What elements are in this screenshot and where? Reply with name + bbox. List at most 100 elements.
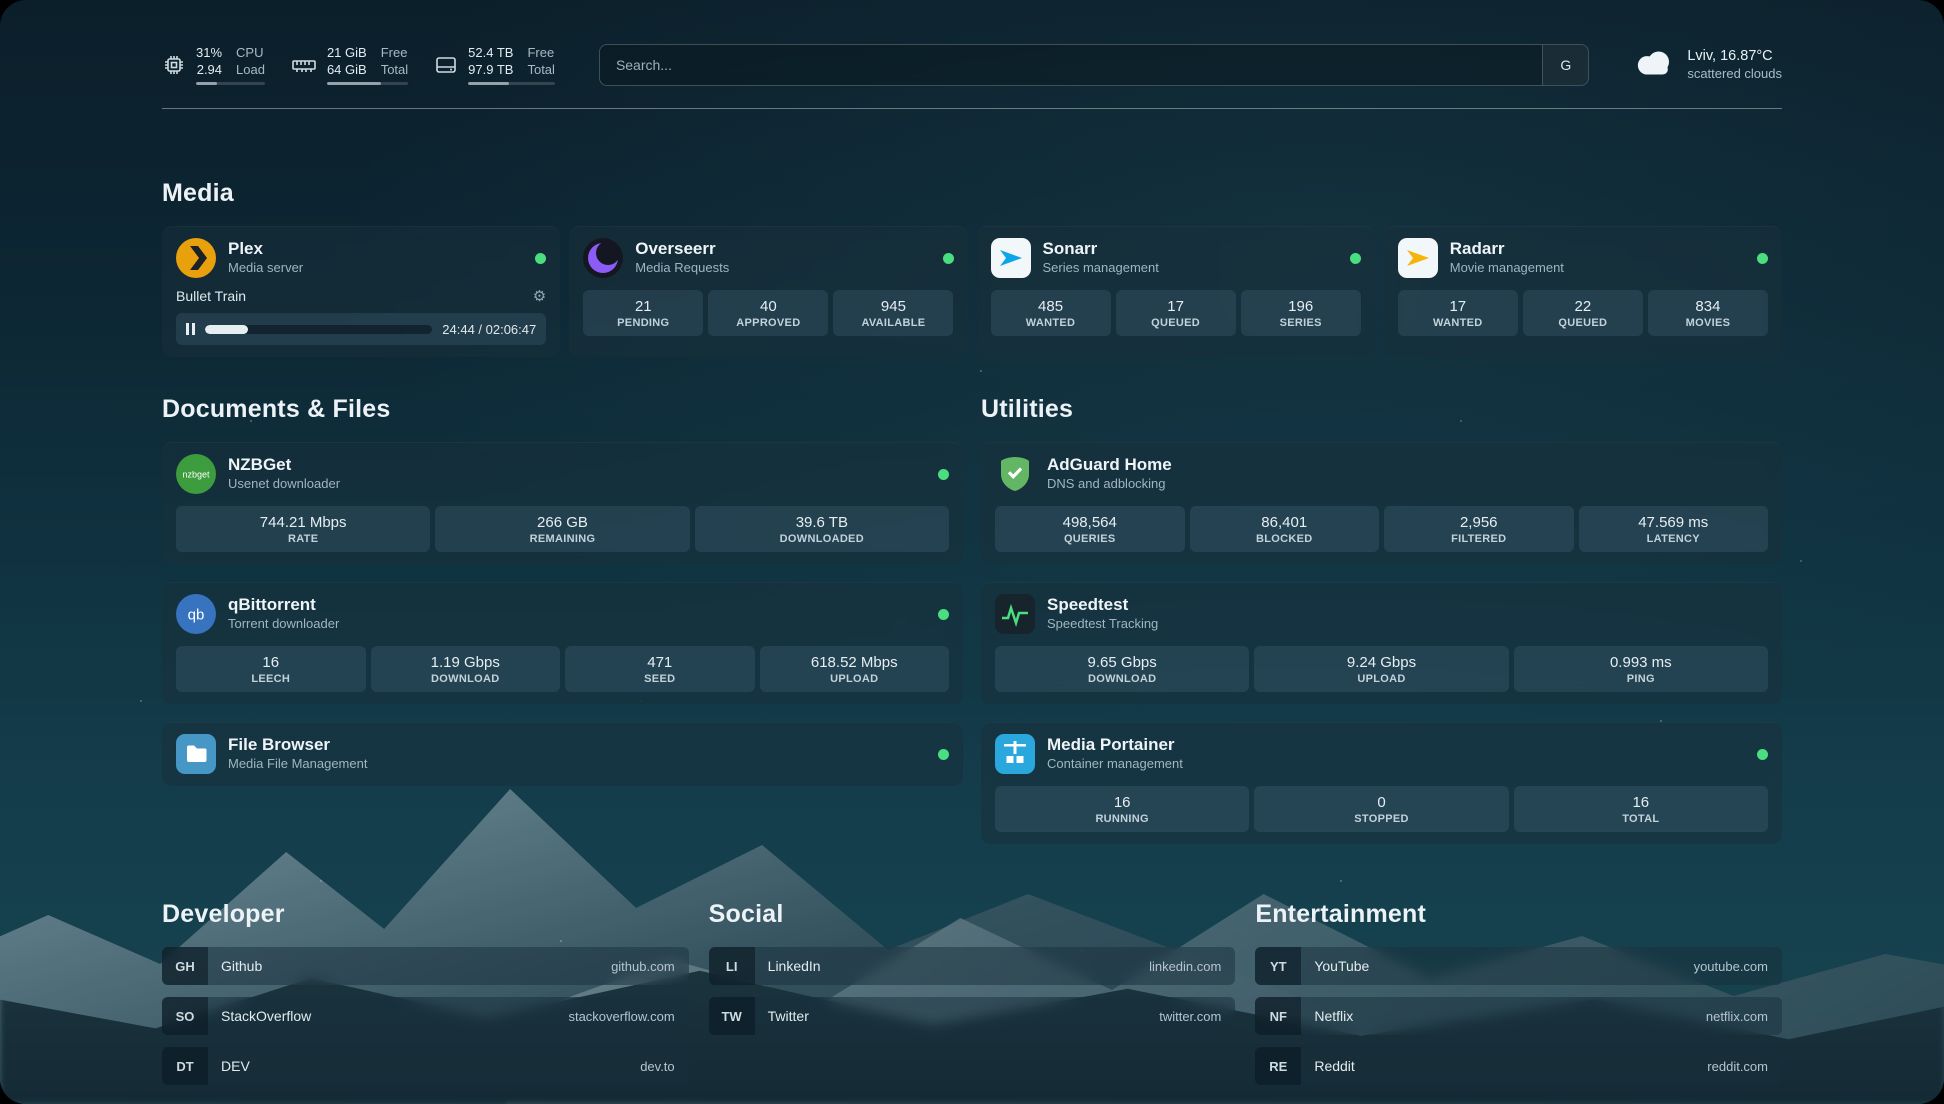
plex-icon [176, 238, 216, 278]
service-name: File Browser [228, 735, 367, 754]
stat-label: WANTED [995, 316, 1107, 330]
service-name: Media Portainer [1047, 735, 1183, 754]
stat-filtered: 2,956 FILTERED [1384, 506, 1574, 552]
service-card-speedtest[interactable]: Speedtest Speedtest Tracking 9.65 Gbps D… [981, 582, 1782, 704]
stat-value: 40 [712, 297, 824, 316]
status-dot [943, 253, 954, 264]
stat-ping: 0.993 ms PING [1514, 646, 1768, 692]
weather-widget: Lviv, 16.87°C scattered clouds [1633, 47, 1782, 83]
bookmark-name: StackOverflow [208, 1008, 311, 1024]
bookmark-abbr: SO [162, 997, 208, 1035]
stat-label: QUEUED [1527, 316, 1639, 330]
cpu-load: 2.94 [196, 62, 222, 78]
stat-label: PENDING [587, 316, 699, 330]
service-card-sonarr[interactable]: Sonarr Series management 485 WANTED 17 Q… [977, 226, 1375, 357]
nzbget-icon: nzbget [176, 454, 216, 494]
stat-value: 498,564 [999, 513, 1181, 532]
pause-button[interactable] [186, 323, 195, 335]
bookmark-url: stackoverflow.com [568, 1009, 688, 1024]
bookmark-twitter[interactable]: TW Twitter twitter.com [709, 997, 1236, 1035]
stat-value: 834 [1652, 297, 1764, 316]
bookmark-netflix[interactable]: NF Netflix netflix.com [1255, 997, 1782, 1035]
bookmark-name: LinkedIn [755, 958, 821, 974]
memory-progressbar [327, 82, 408, 85]
header: 31% CPU 2.94 Load [162, 0, 1782, 109]
stat-rate: 744.21 Mbps RATE [176, 506, 430, 552]
cpu-label: CPU [236, 45, 265, 61]
bookmark-linkedin[interactable]: LI LinkedIn linkedin.com [709, 947, 1236, 985]
bookmark-group-entertainment: Entertainment YT YouTube youtube.com NF … [1255, 900, 1782, 1085]
service-card-adguard[interactable]: AdGuard Home DNS and adblocking 498,564 … [981, 442, 1782, 564]
memory-icon [291, 53, 317, 77]
service-description: Movie management [1450, 258, 1564, 277]
bookmark-github[interactable]: GH Github github.com [162, 947, 689, 985]
stat-value: 16 [1518, 793, 1764, 812]
stat-label: SEED [569, 672, 751, 686]
stat-label: DOWNLOAD [999, 672, 1245, 686]
bookmark-stackoverflow[interactable]: SO StackOverflow stackoverflow.com [162, 997, 689, 1035]
adguard-icon [995, 454, 1035, 494]
bookmark-name: DEV [208, 1058, 250, 1074]
stat-label: REMAINING [439, 532, 685, 546]
memory-free: 21 GiB [327, 45, 367, 61]
bookmark-name: YouTube [1301, 958, 1369, 974]
stat-value: 21 [587, 297, 699, 316]
cpu-icon [162, 53, 186, 77]
stat-value: 1.19 Gbps [375, 653, 557, 672]
cpu-percent: 31% [196, 45, 222, 61]
bookmark-abbr: GH [162, 947, 208, 985]
stat-available: 945 AVAILABLE [833, 290, 953, 336]
stat-label: WANTED [1402, 316, 1514, 330]
playback-progressbar[interactable] [205, 325, 432, 334]
bookmark-group-social: Social LI LinkedIn linkedin.com TW Twitt… [709, 900, 1236, 1085]
memory-free-label: Free [381, 45, 408, 61]
stat-value: 16 [999, 793, 1245, 812]
disk-icon [434, 53, 458, 77]
resource-monitors: 31% CPU 2.94 Load [162, 45, 555, 85]
stat-queries: 498,564 QUERIES [995, 506, 1185, 552]
radarr-icon [1398, 238, 1438, 278]
bookmark-reddit[interactable]: RE Reddit reddit.com [1255, 1047, 1782, 1085]
section-title-utilities: Utilities [981, 395, 1782, 424]
search-input[interactable] [600, 45, 1542, 85]
stat-label: RUNNING [999, 812, 1245, 826]
service-card-nzbget[interactable]: nzbget NZBGet Usenet downloader 744.21 M… [162, 442, 963, 564]
disk-free: 52.4 TB [468, 45, 513, 61]
sonarr-icon [991, 238, 1031, 278]
service-description: Torrent downloader [228, 614, 339, 633]
status-dot [1757, 253, 1768, 264]
stat-label: LATENCY [1583, 532, 1765, 546]
service-card-plex[interactable]: Plex Media server Bullet Train ⚙ 24:44 /… [162, 226, 560, 357]
stat-value: 266 GB [439, 513, 685, 532]
bookmark-dev[interactable]: DT DEV dev.to [162, 1047, 689, 1085]
service-card-qbittorrent[interactable]: qb qBittorrent Torrent downloader 16 [162, 582, 963, 704]
stat-queued: 22 QUEUED [1523, 290, 1643, 336]
search-provider-button[interactable]: G [1542, 45, 1588, 85]
stat-running: 16 RUNNING [995, 786, 1249, 832]
stat-wanted: 17 WANTED [1398, 290, 1518, 336]
memory-total: 64 GiB [327, 62, 367, 78]
service-card-overseerr[interactable]: Overseerr Media Requests 21 PENDING 40 A… [569, 226, 967, 357]
service-card-filebrowser[interactable]: File Browser Media File Management [162, 722, 963, 786]
stat-value: 39.6 TB [699, 513, 945, 532]
stat-value: 0 [1258, 793, 1504, 812]
plex-settings-icon[interactable]: ⚙ [533, 287, 546, 305]
service-description: Usenet downloader [228, 474, 340, 493]
service-name: Overseerr [635, 239, 729, 258]
service-card-radarr[interactable]: Radarr Movie management 17 WANTED 22 QUE… [1384, 226, 1782, 357]
section-title-developer: Developer [162, 900, 689, 929]
playback-time: 24:44 / 02:06:47 [442, 322, 536, 337]
bookmark-abbr: RE [1255, 1047, 1301, 1085]
bookmark-youtube[interactable]: YT YouTube youtube.com [1255, 947, 1782, 985]
now-playing-title: Bullet Train [176, 288, 246, 304]
resource-memory: 21 GiB Free 64 GiB Total [291, 45, 408, 85]
service-description: Media Requests [635, 258, 729, 277]
bookmark-url: github.com [611, 959, 689, 974]
service-card-portainer[interactable]: Media Portainer Container management 16 … [981, 722, 1782, 844]
bookmark-abbr: LI [709, 947, 755, 985]
stat-wanted: 485 WANTED [991, 290, 1111, 336]
svg-text:qb: qb [188, 607, 205, 624]
status-dot [938, 609, 949, 620]
section-title-entertainment: Entertainment [1255, 900, 1782, 929]
section-documents: Documents & Files nzbget NZBGet Usenet d… [162, 395, 963, 844]
